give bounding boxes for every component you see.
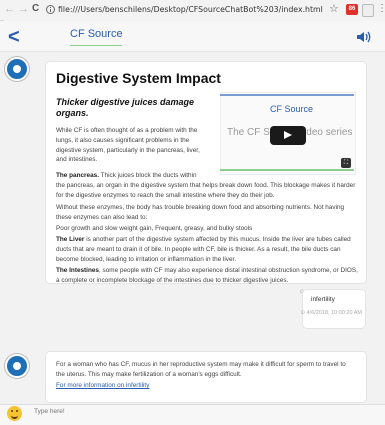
- intestines-paragraph: The Intestines, some people with CF may …: [56, 266, 358, 286]
- address-bar[interactable]: file:///Users/benschilens/Desktop/CFSour…: [58, 5, 323, 14]
- message-subtitle: Thicker digestive juices damage organs.: [56, 97, 195, 118]
- pancreas-line: Thick juices block the ducts within: [98, 172, 197, 179]
- pancreas-label: The pancreas.: [56, 172, 99, 179]
- app-header: [0, 21, 385, 52]
- message-title: Digestive System Impact: [56, 70, 221, 86]
- more-info-link[interactable]: For more information on infertility: [56, 381, 149, 391]
- pancreas-text: the pancreas, an organ in the digestive …: [56, 181, 356, 199]
- message-input[interactable]: [34, 408, 234, 415]
- play-button[interactable]: [270, 126, 306, 145]
- intestines-label: The Intestines: [56, 267, 99, 274]
- video-top-bar: [220, 94, 354, 96]
- back-icon[interactable]: <: [8, 26, 20, 49]
- forward-arrow-icon[interactable]: →: [18, 3, 29, 15]
- extension-icon[interactable]: [362, 4, 374, 17]
- liver-paragraph: The Liver is another part of the digesti…: [56, 235, 358, 264]
- speaker-icon[interactable]: [355, 30, 373, 44]
- info-icon[interactable]: [46, 5, 55, 14]
- infertility-text: For a woman who has CF, mucus in her rep…: [56, 361, 346, 378]
- user-message-text: infertility: [311, 296, 335, 303]
- symptoms-paragraph: Poor growth and slow weight gain, Freque…: [56, 225, 253, 232]
- video-bottom-bar: [220, 169, 354, 171]
- fullscreen-icon[interactable]: ⛶: [341, 158, 351, 168]
- logo-underline: [70, 45, 122, 46]
- liver-text: is another part of the digestive system …: [56, 236, 351, 263]
- user-message-bubble: [302, 289, 366, 329]
- pancreas-paragraph: The pancreas. Thick juices block the duc…: [56, 171, 356, 200]
- liver-label: The Liver: [56, 236, 85, 243]
- app-logo: CF Source: [70, 28, 123, 40]
- menu-icon[interactable]: ⋮: [377, 3, 385, 14]
- emoji-icon[interactable]: [7, 406, 22, 421]
- intestines-text: , some people with CF may also experienc…: [56, 267, 358, 284]
- star-icon[interactable]: ☆: [329, 2, 339, 15]
- bot-avatar: [5, 354, 29, 378]
- intro-paragraph: While CF is often thought of as a proble…: [56, 127, 200, 164]
- bot-avatar: [5, 57, 29, 81]
- video-logo: CF Source: [270, 104, 314, 114]
- extension-icon[interactable]: 86: [346, 4, 358, 15]
- user-message-timestamp: ⊙ 4/6/2018, 10:00:20 AM: [300, 310, 363, 316]
- enzymes-paragraph: Without these enzymes, the body has trou…: [56, 204, 345, 221]
- reload-icon[interactable]: C: [32, 3, 39, 14]
